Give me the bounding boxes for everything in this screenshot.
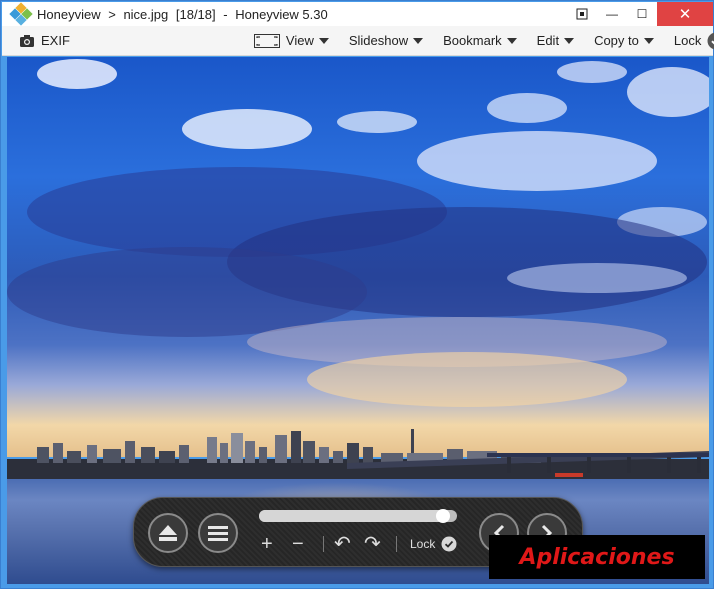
lock-label: Lock bbox=[673, 33, 702, 48]
fit-screen-button[interactable] bbox=[567, 2, 597, 26]
chevron-down-icon bbox=[413, 37, 424, 44]
cloud bbox=[417, 131, 657, 191]
fullscreen-icon bbox=[253, 33, 280, 48]
check-circle-icon bbox=[707, 32, 714, 49]
chevron-down-icon bbox=[564, 37, 575, 44]
progress-slider[interactable] bbox=[259, 509, 457, 523]
title-dash: - bbox=[223, 6, 228, 22]
chevron-down-icon bbox=[318, 37, 329, 44]
cloud bbox=[627, 67, 709, 117]
zoom-in-button[interactable]: + bbox=[261, 534, 273, 554]
cloud bbox=[182, 109, 312, 149]
view-menu[interactable]: View bbox=[253, 26, 329, 56]
edit-label: Edit bbox=[536, 33, 560, 48]
lock-toggle[interactable]: Lock bbox=[674, 26, 714, 56]
cloud bbox=[307, 352, 627, 407]
title-app: Honeyview bbox=[37, 6, 101, 22]
title-bar[interactable]: Honeyview > nice.jpg [18/18] - Honeyview… bbox=[2, 2, 713, 26]
cloud bbox=[337, 111, 417, 133]
rotate-right-button[interactable]: ↷ bbox=[364, 534, 381, 554]
chevron-down-icon bbox=[643, 37, 654, 44]
edit-menu[interactable]: Edit bbox=[536, 26, 575, 56]
maximize-button[interactable]: ☐ bbox=[627, 2, 657, 26]
slideshow-menu[interactable]: Slideshow bbox=[348, 26, 424, 56]
exif-label: EXIF bbox=[41, 33, 70, 48]
watermark-banner: Aplicaciones bbox=[489, 535, 705, 579]
title-separator: > bbox=[108, 6, 116, 22]
camera-icon bbox=[20, 34, 34, 47]
bookmark-label: Bookmark bbox=[443, 33, 502, 48]
progress-fill bbox=[259, 510, 443, 522]
honeyview-window: Honeyview > nice.jpg [18/18] - Honeyview… bbox=[0, 0, 714, 589]
eject-button[interactable] bbox=[148, 513, 188, 553]
title-position: [18/18] bbox=[175, 6, 216, 22]
minimize-button[interactable]: — bbox=[597, 2, 627, 26]
close-button[interactable]: ✕ bbox=[657, 2, 713, 26]
title-filename: nice.jpg bbox=[123, 6, 169, 22]
menu-icon bbox=[208, 526, 228, 541]
cloud bbox=[37, 59, 117, 89]
separator bbox=[323, 536, 324, 552]
toolbar: EXIF View Slideshow Bookmark Edit Copy t… bbox=[2, 26, 714, 56]
cloud bbox=[557, 61, 627, 83]
window-controls: — ☐ ✕ bbox=[567, 2, 713, 26]
chevron-down-icon bbox=[506, 37, 517, 44]
copy-to-label: Copy to bbox=[594, 33, 639, 48]
separator bbox=[396, 536, 397, 552]
eject-icon bbox=[159, 525, 177, 541]
fit-screen-icon bbox=[576, 8, 588, 20]
panel-lock-toggle[interactable]: Lock bbox=[410, 536, 457, 552]
window-title: Honeyview > nice.jpg [18/18] - Honeyview… bbox=[37, 7, 328, 22]
slideshow-label: Slideshow bbox=[348, 33, 409, 48]
city-skyline bbox=[7, 429, 709, 481]
check-circle-icon bbox=[441, 536, 457, 552]
progress-knob[interactable] bbox=[436, 509, 450, 523]
honeyview-logo-icon bbox=[9, 2, 33, 26]
view-label: View bbox=[285, 33, 314, 48]
watermark-text: Aplicaciones bbox=[519, 544, 675, 570]
cloud bbox=[507, 263, 687, 293]
copy-to-menu[interactable]: Copy to bbox=[594, 26, 654, 56]
title-version: Honeyview 5.30 bbox=[235, 6, 328, 22]
zoom-out-button[interactable]: − bbox=[292, 534, 304, 554]
rotate-left-button[interactable]: ↶ bbox=[334, 534, 351, 554]
bookmark-menu[interactable]: Bookmark bbox=[443, 26, 517, 56]
cloud bbox=[487, 93, 567, 123]
menu-button[interactable] bbox=[198, 513, 238, 553]
exif-button[interactable]: EXIF bbox=[19, 26, 70, 56]
panel-lock-label: Lock bbox=[410, 537, 436, 551]
